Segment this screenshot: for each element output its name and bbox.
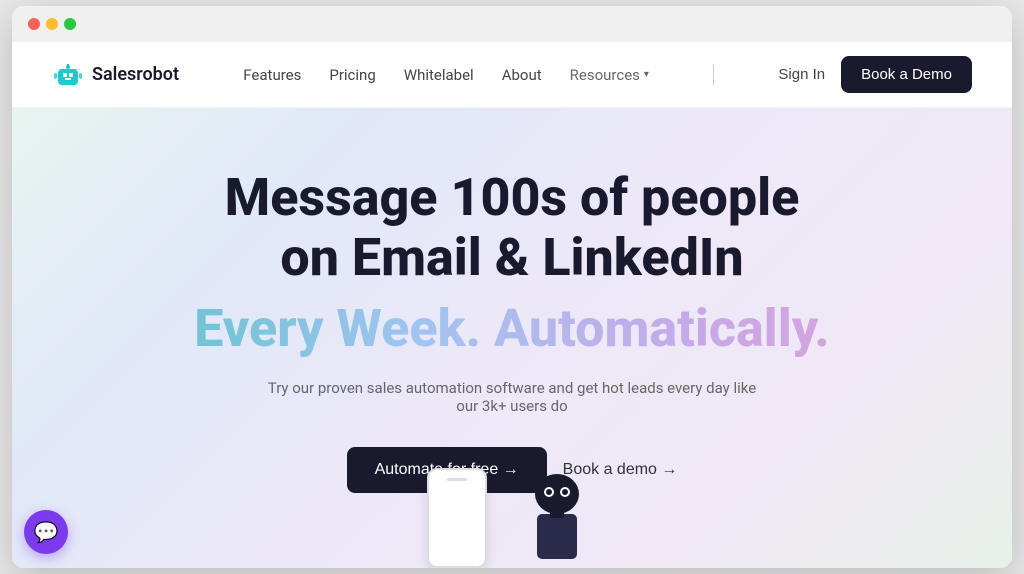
- logo-icon: [52, 59, 84, 91]
- nav-item-whitelabel[interactable]: Whitelabel: [404, 65, 474, 84]
- traffic-light-yellow[interactable]: [46, 18, 58, 30]
- nav-link-pricing[interactable]: Pricing: [329, 66, 375, 84]
- hero-title-line2: on Email & LinkedIn: [280, 227, 743, 288]
- navbar: Salesrobot Features Pricing Whitelabel A…: [12, 42, 1012, 108]
- nav-link-about[interactable]: About: [502, 66, 542, 84]
- logo-area[interactable]: Salesrobot: [52, 59, 179, 91]
- chevron-down-icon: ▾: [644, 69, 649, 80]
- hero-title-line1: Message 100s of people: [225, 167, 800, 228]
- nav-item-features[interactable]: Features: [243, 65, 301, 84]
- hero-gradient-text: Every Week. Automatically.: [32, 298, 992, 359]
- chat-widget[interactable]: 💬: [24, 510, 68, 554]
- browser-chrome: [12, 6, 1012, 42]
- nav-link-resources[interactable]: Resources: [570, 66, 640, 84]
- chat-icon: 💬: [34, 520, 59, 544]
- browser-window: Salesrobot Features Pricing Whitelabel A…: [12, 6, 1012, 568]
- traffic-light-red[interactable]: [28, 18, 40, 30]
- hero-bottom-decor: [12, 464, 1012, 568]
- phone-mockup: [427, 468, 487, 568]
- sign-in-button[interactable]: Sign In: [778, 66, 825, 83]
- nav-links: Features Pricing Whitelabel About Resour…: [243, 65, 649, 84]
- robot-figure: [517, 464, 597, 568]
- nav-item-pricing[interactable]: Pricing: [329, 65, 375, 84]
- hero-title: Message 100s of people on Email & Linked…: [32, 168, 992, 288]
- browser-content: Salesrobot Features Pricing Whitelabel A…: [12, 42, 1012, 568]
- logo-text: Salesrobot: [92, 64, 179, 85]
- traffic-light-green[interactable]: [64, 18, 76, 30]
- nav-right: Sign In Book a Demo: [778, 56, 972, 93]
- hero-subtitle: Try our proven sales automation software…: [262, 379, 762, 415]
- nav-link-features[interactable]: Features: [243, 66, 301, 84]
- nav-item-resources[interactable]: Resources ▾: [570, 66, 649, 84]
- traffic-lights: [28, 18, 76, 30]
- nav-item-about[interactable]: About: [502, 65, 542, 84]
- nav-divider: [713, 65, 714, 85]
- nav-link-whitelabel[interactable]: Whitelabel: [404, 66, 474, 84]
- book-demo-button[interactable]: Book a Demo: [841, 56, 972, 93]
- hero-section: Message 100s of people on Email & Linked…: [12, 108, 1012, 568]
